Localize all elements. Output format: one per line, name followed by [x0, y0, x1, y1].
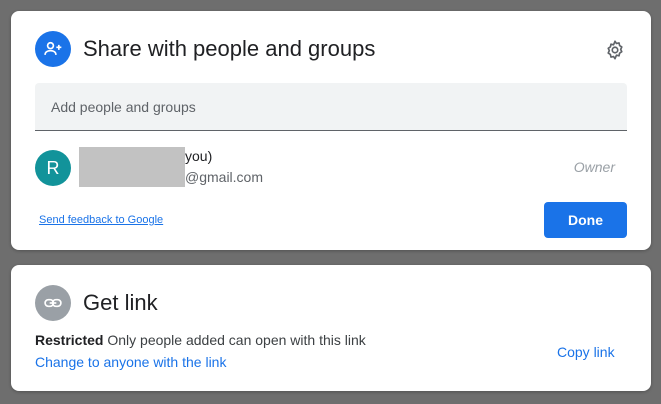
user-name: you)	[185, 148, 213, 164]
person-add-icon	[35, 31, 71, 67]
get-link-title: Get link	[83, 290, 158, 315]
add-people-input[interactable]	[35, 83, 627, 130]
access-level-label: Restricted	[35, 332, 104, 348]
link-icon	[35, 285, 71, 321]
redacted-name-block	[79, 147, 185, 187]
copy-link-button[interactable]: Copy link	[557, 344, 615, 360]
user-email: @gmail.com	[185, 169, 264, 185]
send-feedback-link[interactable]: Send feedback to Google	[39, 214, 163, 226]
share-dialog-title: Share with people and groups	[83, 36, 376, 61]
share-dialog-card: Share with people and groups R you) @gma…	[11, 11, 651, 250]
done-button[interactable]: Done	[544, 202, 627, 238]
access-description: Only people added can open with this lin…	[107, 332, 366, 348]
link-access-status: Restricted Only people added can open wi…	[35, 332, 366, 348]
add-people-field[interactable]	[35, 83, 627, 131]
owner-role-label: Owner	[573, 159, 615, 175]
gear-icon[interactable]	[602, 37, 628, 63]
avatar: R	[35, 150, 71, 186]
get-link-card: Get link Restricted Only people added ca…	[11, 265, 651, 391]
change-access-link[interactable]: Change to anyone with the link	[35, 354, 226, 370]
